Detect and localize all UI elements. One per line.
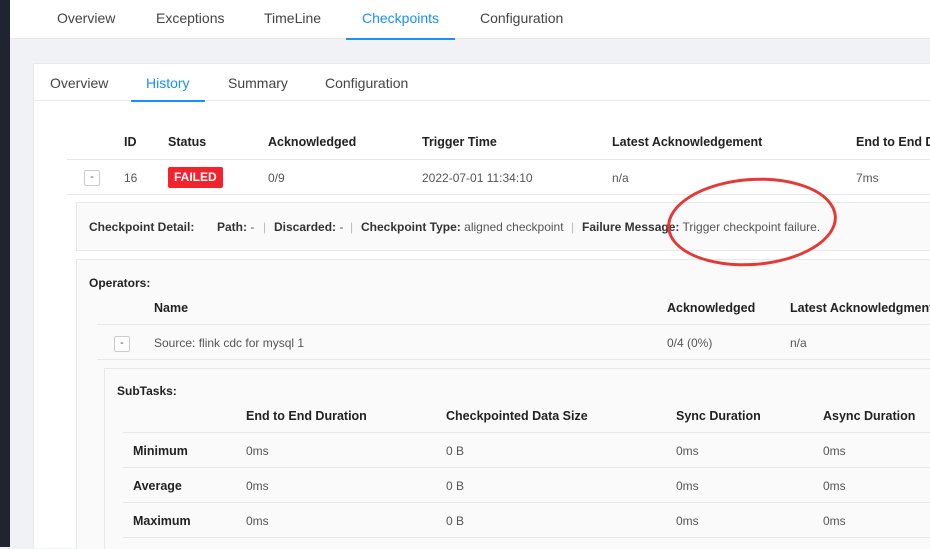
detail-type: Checkpoint Type: aligned checkpoint: [361, 220, 564, 234]
tab-timeline[interactable]: TimeLine: [264, 0, 321, 38]
average-sync: 0ms: [676, 479, 699, 493]
divider: [123, 467, 930, 468]
collapse-toggle[interactable]: -: [84, 170, 100, 186]
col-sync-duration: Sync Duration: [676, 409, 761, 423]
subtasks-label: SubTasks:: [117, 384, 177, 398]
tab-overview[interactable]: Overview: [57, 0, 115, 38]
divider: [123, 432, 930, 433]
separator: |: [350, 220, 354, 234]
maximum-async: 0ms: [823, 514, 846, 528]
divider: [97, 324, 930, 325]
col-end-to-end: End to End D: [856, 135, 930, 149]
detail-path: Path: -: [217, 220, 255, 234]
operator-name: Source: flink cdc for mysql 1: [154, 336, 305, 350]
col-trigger-time: Trigger Time: [422, 135, 497, 149]
divider: [123, 537, 930, 538]
divider: [123, 502, 930, 503]
row-maximum-label: Maximum: [133, 514, 191, 528]
maximum-e2e: 0ms: [246, 514, 269, 528]
subtab-configuration[interactable]: Configuration: [325, 64, 408, 100]
latest-ack-value: n/a: [612, 171, 629, 185]
col-async-duration: Async Duration: [823, 409, 916, 423]
job-tabs: Overview Exceptions TimeLine Checkpoints…: [10, 0, 930, 40]
trigger-time-value: 2022-07-01 11:34:10: [422, 171, 533, 185]
status-badge: FAILED: [168, 167, 223, 188]
checkpoint-id: 16: [124, 171, 138, 185]
operators-label: Operators:: [89, 276, 151, 290]
maximum-size: 0 B: [446, 514, 465, 528]
divider: [67, 159, 930, 160]
checkpoints-card: Overview History Summary Configuration I…: [33, 63, 930, 549]
maximum-sync: 0ms: [676, 514, 699, 528]
col-operator-latest-ack: Latest Acknowledgment: [790, 301, 930, 315]
minimum-e2e: 0ms: [246, 444, 269, 458]
tab-checkpoints[interactable]: Checkpoints: [346, 0, 456, 40]
col-id: ID: [124, 135, 137, 149]
subtab-history[interactable]: History: [131, 64, 205, 102]
subtab-overview[interactable]: Overview: [50, 64, 108, 100]
col-operator-acknowledged: Acknowledged: [667, 301, 756, 315]
col-data-size: Checkpointed Data Size: [446, 409, 588, 423]
col-acknowledged: Acknowledged: [268, 135, 357, 149]
average-size: 0 B: [446, 479, 465, 493]
acknowledged-value: 0/9: [268, 171, 285, 185]
minimum-sync: 0ms: [676, 444, 699, 458]
minimum-size: 0 B: [446, 444, 465, 458]
separator: |: [263, 220, 267, 234]
average-e2e: 0ms: [246, 479, 269, 493]
operator-acknowledged: 0/4 (0%): [667, 336, 713, 350]
row-average-label: Average: [133, 479, 182, 493]
checkpoint-sub-tabs: Overview History Summary Configuration: [34, 64, 930, 102]
tab-exceptions[interactable]: Exceptions: [156, 0, 224, 38]
col-status: Status: [168, 135, 207, 149]
row-minimum-label: Minimum: [133, 444, 188, 458]
divider: [97, 359, 930, 360]
col-latest-ack: Latest Acknowledgement: [612, 135, 763, 149]
operator-collapse-toggle[interactable]: -: [114, 336, 130, 352]
detail-label: Checkpoint Detail:: [89, 220, 195, 234]
subtasks-panel: SubTasks: End to End Duration Checkpoint…: [104, 368, 930, 549]
detail-discarded: Discarded: -: [274, 220, 344, 234]
separator: |: [571, 220, 575, 234]
average-async: 0ms: [823, 479, 846, 493]
tab-configuration[interactable]: Configuration: [480, 0, 563, 38]
subtab-summary[interactable]: Summary: [228, 64, 288, 100]
col-e2e-duration: End to End Duration: [246, 409, 367, 423]
operator-latest-ack: n/a: [790, 336, 807, 350]
minimum-async: 0ms: [823, 444, 846, 458]
end-to-end-value: 7ms: [856, 171, 879, 185]
app-sidebar-edge: [0, 0, 10, 547]
col-operator-name: Name: [154, 301, 189, 315]
